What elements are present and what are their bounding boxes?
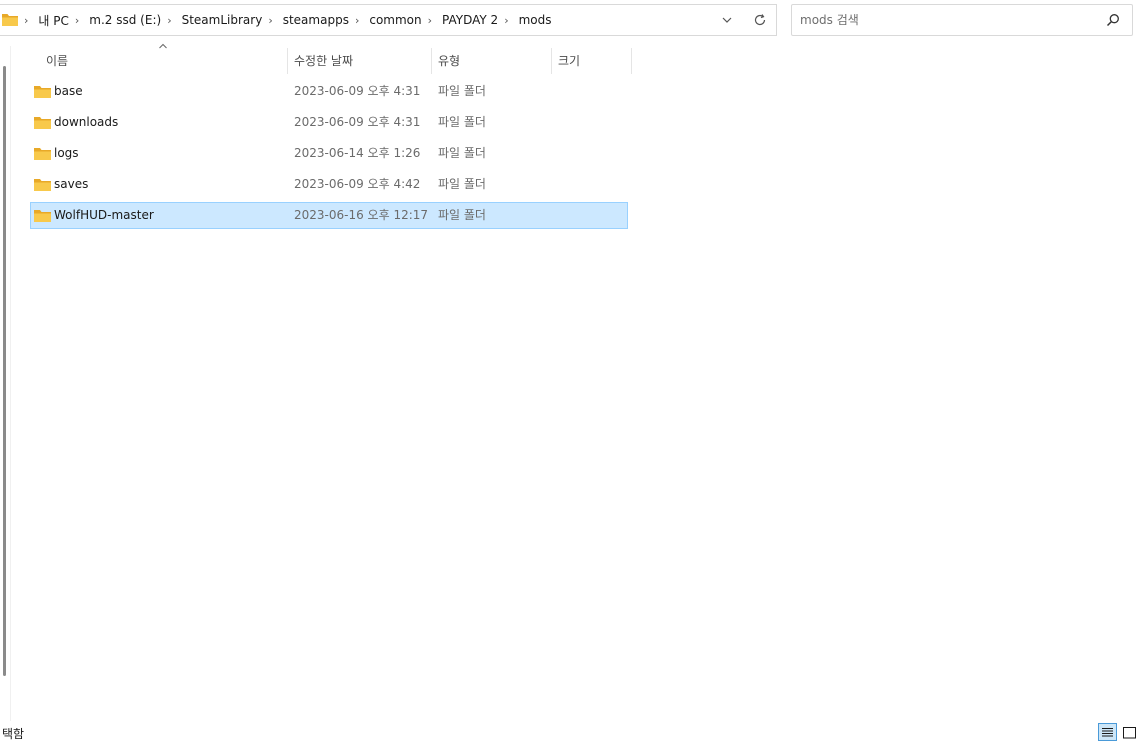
search-box[interactable]: [791, 4, 1133, 36]
breadcrumb: › 내 PC › m.2 ssd (E:) › SteamLibrary › steamapp…: [22, 5, 554, 35]
folder-icon: [34, 148, 51, 160]
file-date-modified: 2023-06-09 오후 4:31: [294, 115, 421, 129]
folder-icon: [34, 179, 51, 191]
large-icons-view-icon: [1123, 727, 1136, 739]
column-header: 이름 수정한 날짜 유형 크기: [30, 43, 634, 74]
file-list: base 2023-06-09 오후 4:31 파일 폴더 downloads 2023…: [30, 78, 628, 233]
search-input[interactable]: [800, 10, 1090, 30]
file-type: 파일 폴더: [438, 115, 486, 129]
file-type: 파일 폴더: [438, 208, 486, 222]
search-icon[interactable]: [1106, 13, 1120, 27]
file-type: 파일 폴더: [438, 84, 486, 98]
file-row[interactable]: base 2023-06-09 오후 4:31 파일 폴더: [30, 78, 628, 105]
file-row[interactable]: saves 2023-06-09 오후 4:42 파일 폴더: [30, 171, 628, 198]
folder-icon: [34, 210, 51, 222]
breadcrumb-item[interactable]: m.2 ssd (E:): [87, 13, 163, 27]
file-name: saves: [54, 177, 89, 191]
chevron-right-icon[interactable]: ›: [71, 14, 87, 27]
file-date-modified: 2023-06-14 오후 1:26: [294, 146, 421, 160]
breadcrumb-item[interactable]: mods: [517, 13, 554, 27]
file-row[interactable]: downloads 2023-06-09 오후 4:31 파일 폴더: [30, 109, 628, 136]
pane-divider: [10, 46, 11, 721]
file-type: 파일 폴더: [438, 146, 486, 160]
breadcrumb-item[interactable]: common: [367, 13, 423, 27]
breadcrumb-item[interactable]: SteamLibrary: [180, 13, 265, 27]
folder-icon: [34, 117, 51, 129]
address-bar[interactable]: › 내 PC › m.2 ssd (E:) › SteamLibrary › steamapp…: [0, 4, 777, 36]
folder-icon: [34, 86, 51, 98]
file-row[interactable]: logs 2023-06-14 오후 1:26 파일 폴더: [30, 140, 628, 167]
chevron-right-icon[interactable]: ›: [500, 14, 516, 27]
folder-icon: [2, 14, 18, 26]
chevron-right-icon[interactable]: ›: [264, 14, 280, 27]
column-type[interactable]: 유형: [432, 48, 552, 74]
details-view-button[interactable]: [1098, 723, 1117, 741]
file-row[interactable]: WolfHUD-master 2023-06-16 오후 12:17 파일 폴더: [30, 202, 628, 229]
file-date-modified: 2023-06-09 오후 4:31: [294, 84, 421, 98]
file-name: WolfHUD-master: [54, 208, 154, 222]
chevron-right-icon[interactable]: ›: [22, 14, 36, 27]
navigation-pane-scrollbar[interactable]: [3, 66, 6, 676]
column-size[interactable]: 크기: [552, 48, 632, 74]
file-type: 파일 폴더: [438, 177, 486, 191]
chevron-right-icon[interactable]: ›: [163, 14, 179, 27]
large-icons-view-button[interactable]: [1122, 725, 1137, 740]
chevron-down-icon[interactable]: [720, 13, 734, 27]
chevron-right-icon[interactable]: ›: [351, 14, 367, 27]
column-name[interactable]: 이름: [40, 48, 288, 74]
breadcrumb-item[interactable]: steamapps: [281, 13, 351, 27]
breadcrumb-item[interactable]: 내 PC: [36, 12, 70, 29]
status-text: 택함: [2, 727, 25, 741]
file-name: downloads: [54, 115, 119, 129]
details-view-icon: [1102, 728, 1113, 737]
file-name: logs: [54, 146, 79, 160]
column-date-modified[interactable]: 수정한 날짜: [288, 48, 432, 74]
breadcrumb-item[interactable]: PAYDAY 2: [440, 13, 500, 27]
file-date-modified: 2023-06-16 오후 12:17: [294, 208, 429, 222]
refresh-icon[interactable]: [753, 13, 767, 27]
file-date-modified: 2023-06-09 오후 4:42: [294, 177, 421, 191]
chevron-right-icon[interactable]: ›: [424, 14, 440, 27]
file-name: base: [54, 84, 83, 98]
